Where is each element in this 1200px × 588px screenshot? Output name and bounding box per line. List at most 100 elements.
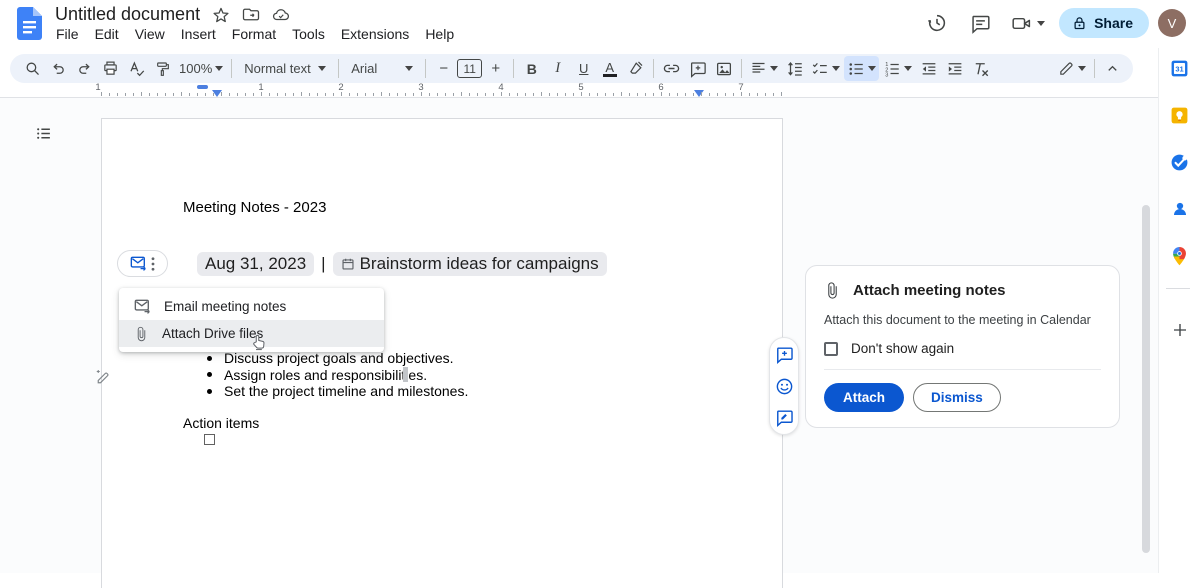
add-comment-icon[interactable] [685,56,710,81]
font-family-select[interactable]: Arial [344,56,420,81]
editing-mode-caret-icon [1078,66,1086,71]
chip-more-options-icon[interactable] [151,257,155,271]
plus-label: + [491,60,500,77]
menu-bar: File Edit View Insert Format Tools Exten… [48,25,462,43]
side-panel-rail: 31 [1158,48,1200,573]
editing-mode-select[interactable] [1055,56,1089,81]
menu-extensions[interactable]: Extensions [333,25,417,43]
account-avatar[interactable]: V [1158,9,1186,37]
zoom-select[interactable]: 100% [176,56,226,81]
google-docs-logo-icon[interactable] [17,7,42,41]
search-menus-icon[interactable] [20,56,45,81]
floating-action-pill [769,337,799,435]
menu-view[interactable]: View [127,25,173,43]
paint-format-icon[interactable] [150,56,175,81]
clear-formatting-icon[interactable] [968,56,993,81]
show-outline-icon[interactable] [30,120,56,146]
zoom-caret-icon [215,66,223,71]
align-select[interactable] [747,56,781,81]
text-color-button[interactable]: A [597,56,622,81]
document-title[interactable]: Untitled document [55,4,200,25]
increase-font-size-button[interactable]: + [483,56,508,81]
card-divider [824,369,1101,370]
redo-icon[interactable] [72,56,97,81]
google-keep-icon[interactable] [1167,102,1193,128]
google-calendar-icon[interactable]: 31 [1167,55,1193,81]
google-contacts-icon[interactable] [1167,196,1193,222]
increase-indent-icon[interactable] [942,56,967,81]
attach-card-title: Attach meeting notes [853,282,1006,299]
bullet-item[interactable]: Set the project timeline and milestones. [207,383,468,400]
meeting-date-text: Aug 31, 2023 [205,254,306,274]
get-addons-plus-icon[interactable] [1167,317,1193,343]
checklist-caret-icon [832,66,840,71]
style-value: Normal text [244,61,310,76]
meeting-date-chip[interactable]: Aug 31, 2023 [197,252,314,276]
meeting-event-chip[interactable]: Brainstorm ideas for campaigns [333,252,607,276]
hide-menus-chevron-icon[interactable] [1100,56,1125,81]
document-page[interactable]: Meeting Notes - 2023 Aug 31, 2023 | Brai… [101,118,783,588]
checklist-select[interactable] [808,56,843,81]
paragraph-style-select[interactable]: Normal text [237,56,333,81]
menu-item-label: Email meeting notes [164,299,286,314]
spell-check-icon[interactable] [124,56,149,81]
bullet-text: Set the project timeline and milestones. [224,383,468,399]
decrease-indent-icon[interactable] [916,56,941,81]
menu-insert[interactable]: Insert [173,25,224,43]
suggest-edits-icon[interactable] [775,408,794,427]
bulleted-list-select[interactable] [844,56,879,81]
star-icon[interactable] [212,6,230,24]
action-item-checkbox[interactable] [204,434,215,445]
vertical-scrollbar[interactable] [1142,205,1150,553]
move-folder-icon[interactable] [242,6,260,24]
toolbar-separator [231,59,232,78]
style-caret-icon [318,66,326,71]
email-meeting-notes-pill[interactable] [117,250,168,277]
add-emoji-reaction-icon[interactable] [775,377,794,396]
insert-link-icon[interactable] [659,56,684,81]
bullet-item[interactable]: Assign roles and responsibilities. [207,367,468,384]
dismiss-button[interactable]: Dismiss [913,383,1001,412]
bold-label: B [527,61,537,77]
toolbar-separator [338,59,339,78]
cloud-status-icon[interactable] [272,6,290,24]
menu-edit[interactable]: Edit [87,25,127,43]
menu-file[interactable]: File [48,25,87,43]
action-items-label[interactable]: Action items [183,415,259,431]
numbered-list-select[interactable]: 123 [880,56,915,81]
meet-video-call-icon[interactable] [1006,6,1050,40]
italic-button[interactable]: I [545,56,570,81]
add-comment-float-icon[interactable] [775,345,794,364]
menu-item-email-meeting-notes[interactable]: Email meeting notes [119,293,384,320]
margin-edit-pencil-icon[interactable] [93,367,111,385]
google-maps-icon[interactable] [1167,243,1193,269]
first-line-indent-marker[interactable] [197,85,208,89]
menu-tools[interactable]: Tools [284,25,333,43]
highlight-color-icon[interactable] [623,56,648,81]
dont-show-again-row[interactable]: Don't show again [824,341,1101,356]
decrease-font-size-button[interactable]: − [431,56,456,81]
toolbar-separator [741,59,742,78]
dont-show-again-checkbox[interactable] [824,342,838,356]
meet-dropdown-caret-icon[interactable] [1037,21,1045,26]
undo-icon[interactable] [46,56,71,81]
paperclip-icon [134,326,149,342]
menu-help[interactable]: Help [417,25,462,43]
underline-button[interactable]: U [571,56,596,81]
insert-image-icon[interactable] [711,56,736,81]
right-indent-marker[interactable] [694,90,704,97]
open-comments-icon[interactable] [963,6,997,40]
attach-button[interactable]: Attach [824,383,904,412]
font-size-input[interactable]: 11 [457,59,482,78]
bullet-item[interactable]: Discuss project goals and objectives. [207,350,468,367]
line-spacing-icon[interactable] [782,56,807,81]
share-button[interactable]: Share [1059,8,1149,38]
font-size-value: 11 [464,62,476,76]
menu-format[interactable]: Format [224,25,284,43]
document-heading-text[interactable]: Meeting Notes - 2023 [183,199,326,216]
collaborator-cursor [403,367,408,382]
google-tasks-icon[interactable] [1167,149,1193,175]
bold-button[interactable]: B [519,56,544,81]
print-icon[interactable] [98,56,123,81]
version-history-icon[interactable] [920,6,954,40]
